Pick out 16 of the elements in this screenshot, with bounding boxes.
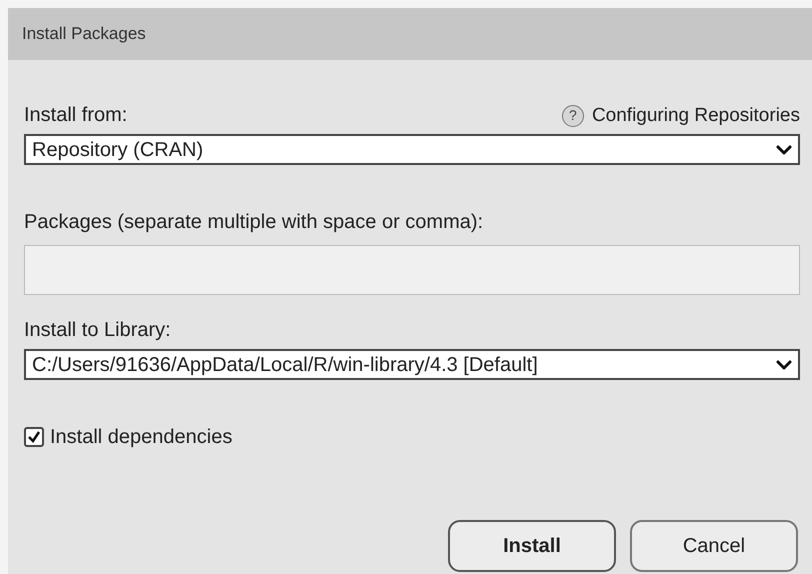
chevron-down-icon [776,144,792,154]
checkmark-icon [27,430,41,444]
dialog-button[interactable]: Cancel [630,520,798,572]
chevron-down-icon [776,360,792,370]
field-label: Install to Library: [24,318,172,343]
packages-input-field[interactable] [24,245,800,295]
field-label: Packages (separate multiple with space or comma): [24,210,484,235]
repository-dropdown[interactable]: Repository (CRAN) [24,134,800,165]
field-label: Install from: [24,103,128,128]
library-dropdown[interactable]: C:/Users/91636/AppData/Local/R/win-library/4.3 [Default] [24,349,800,380]
dialog-button[interactable]: Install [448,520,616,572]
checkbox[interactable] [24,427,44,447]
help-icon[interactable]: ? [562,104,584,127]
checkbox-label: Install dependencies [50,425,232,450]
help-link[interactable]: Configuring Repositories [592,102,800,130]
window-title: Install Packages [22,23,146,46]
